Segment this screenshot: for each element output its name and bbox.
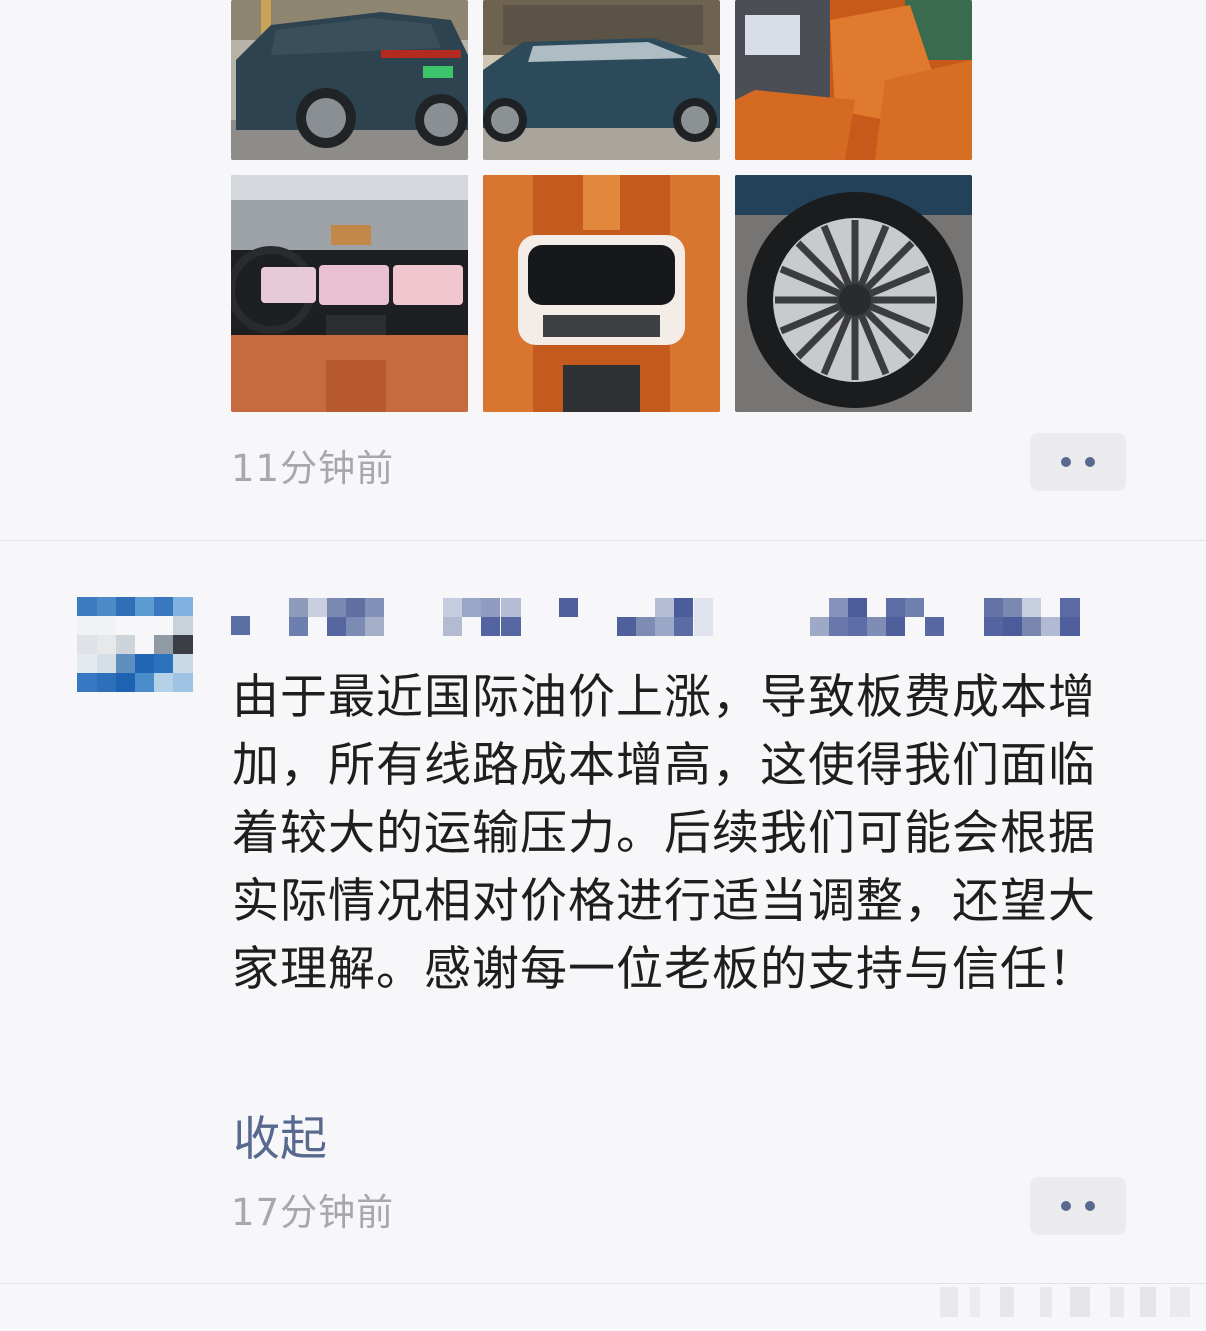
post-timestamp: 17分钟前 <box>231 1191 395 1234</box>
photo-dashboard[interactable] <box>231 175 468 412</box>
previous-post-timestamp: 11分钟前 <box>231 447 395 490</box>
more-dots-icon <box>1085 1201 1095 1211</box>
previous-post-more-button[interactable] <box>1030 433 1126 491</box>
avatar[interactable] <box>77 578 193 712</box>
photo-front-seats[interactable] <box>735 0 972 160</box>
watermark-strip <box>930 1282 1206 1327</box>
more-dots-icon <box>1085 457 1095 467</box>
photo-rear-console[interactable] <box>483 175 720 412</box>
feed-divider <box>0 540 1206 541</box>
post-text: 由于最近国际油价上涨，导致板费成本增加，所有线路成本增高，这使得我们面临着较大的… <box>232 670 1096 997</box>
more-dots-icon <box>1061 1201 1071 1211</box>
post-more-button[interactable] <box>1030 1177 1126 1235</box>
more-dots-icon <box>1061 457 1071 467</box>
photo-suv-side[interactable] <box>483 0 720 160</box>
photo-wheel[interactable] <box>735 175 972 412</box>
collapse-link[interactable]: 收起 <box>233 1100 327 1169</box>
author-name[interactable] <box>231 596 1091 636</box>
photo-grid <box>231 0 972 412</box>
photo-suv-rear[interactable] <box>231 0 468 160</box>
